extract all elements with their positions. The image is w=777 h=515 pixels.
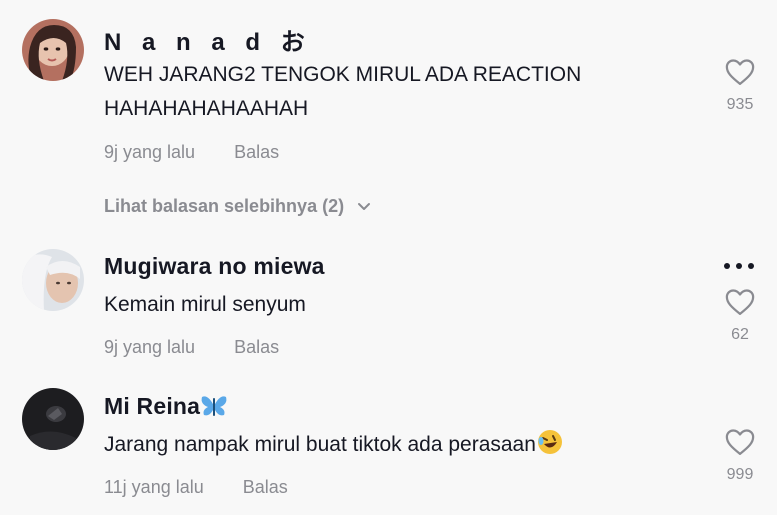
comment-text-content: Jarang nampak mirul buat tiktok ada pera…	[104, 433, 536, 456]
heart-outline-icon	[725, 59, 755, 85]
more-horizontal-icon	[724, 263, 730, 269]
view-more-replies-button[interactable]: Lihat balasan selebihnya (2)	[104, 196, 371, 217]
butterfly-emoji	[201, 396, 227, 416]
more-options-button[interactable]	[721, 258, 757, 274]
comment-text: WEH JARANG2 TENGOK MIRUL ADA REACTION HA…	[104, 63, 582, 120]
view-replies-label: Lihat balasan selebihnya (2)	[104, 196, 345, 216]
comment-username[interactable]: N a n a d お	[104, 22, 312, 57]
reply-button[interactable]: Balas	[234, 142, 279, 162]
heart-outline-icon	[725, 289, 755, 315]
comment-time: 9j yang lalu	[104, 142, 196, 162]
comment-time: 11j yang lalu	[104, 477, 204, 497]
comment-text: Kemain mirul senyum	[104, 293, 306, 316]
comment-meta: 9j yang lalu Balas	[104, 337, 279, 358]
comment-username[interactable]: Mi Reina	[104, 393, 228, 420]
comment-time: 9j yang lalu	[104, 337, 196, 357]
like-count: 62	[731, 326, 749, 343]
chevron-down-icon	[358, 203, 371, 211]
comment-text: Jarang nampak mirul buat tiktok ada pera…	[104, 428, 704, 462]
like-button[interactable]: 999	[718, 428, 762, 484]
like-button[interactable]: 935	[718, 58, 762, 114]
comment-list: N a n a d お WEH JARANG2 TENGOK MIRUL ADA…	[0, 0, 777, 515]
heart-outline-icon	[725, 429, 755, 455]
avatar[interactable]	[22, 19, 84, 81]
comment-meta: 9j yang lalu Balas	[104, 142, 279, 163]
avatar[interactable]	[22, 388, 84, 450]
rolling-laughing-emoji	[537, 430, 562, 454]
reply-button[interactable]: Balas	[234, 337, 279, 357]
reply-button[interactable]: Balas	[243, 477, 288, 497]
comment-username[interactable]: Mugiwara no miewa	[104, 253, 325, 280]
like-count: 999	[726, 466, 754, 483]
avatar[interactable]	[22, 249, 84, 311]
like-button[interactable]: 62	[718, 288, 762, 344]
like-count: 935	[726, 96, 754, 113]
username-text: Mi Reina	[104, 393, 201, 419]
comment-meta: 11j yang lalu Balas	[104, 477, 288, 498]
